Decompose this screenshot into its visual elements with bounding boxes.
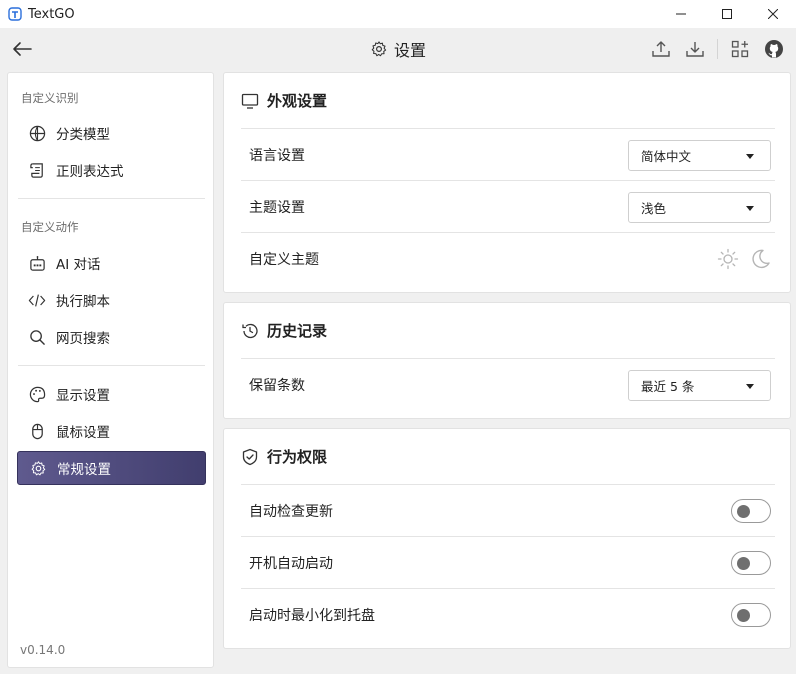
sidebar-item-label: 分类模型 [56,127,110,143]
minimize-tray-toggle[interactable] [731,603,771,627]
custom-theme-label: 自定义主题 [249,252,319,268]
sidebar-item-ai-chat[interactable]: AI 对话 [17,246,206,280]
toggle-knob [737,557,750,570]
language-label: 语言设置 [249,148,305,164]
app-title: TextGO [28,6,75,22]
chevron-down-icon [746,154,754,159]
upload-icon [652,41,670,57]
minimize-tray-row: 启动时最小化到托盘 [241,588,775,640]
export-button[interactable] [649,37,673,61]
version-label: v0.14.0 [20,643,66,657]
textgo-logo-icon [8,7,22,21]
minimize-button[interactable] [658,0,704,28]
globe-icon [28,124,46,142]
page-title: 设置 [393,41,426,60]
sidebar-item-label: 执行脚本 [56,294,110,310]
sidebar-item-label: 正则表达式 [56,164,124,180]
auto-update-toggle[interactable] [731,499,771,523]
toggle-knob [737,609,750,622]
scroll-icon [28,161,46,179]
palette-icon [28,385,46,403]
history-title: 历史记录 [267,322,328,340]
download-icon [686,42,704,57]
header-bar: 设置 [0,28,796,70]
github-icon [765,40,783,58]
sidebar-item-label: 网页搜索 [56,331,110,347]
section-label-custom-recognition: 自定义识别 [21,91,79,105]
sidebar-item-label: AI 对话 [56,257,101,273]
sidebar-divider [18,198,205,199]
retain-count-label: 保留条数 [249,378,305,394]
language-row: 语言设置 简体中文 [241,128,775,180]
history-card: 历史记录 保留条数 最近 5 条 [223,302,791,419]
arrow-left-icon [13,42,32,56]
sidebar-item-label: 常规设置 [57,462,111,478]
theme-label: 主题设置 [249,200,305,216]
sidebar-item-regex[interactable]: 正则表达式 [17,153,206,187]
sidebar-item-display-settings[interactable]: 显示设置 [17,377,206,411]
sidebar-item-web-search[interactable]: 网页搜索 [17,320,206,354]
gear-icon [371,41,387,57]
retain-count-select[interactable]: 最近 5 条 [628,370,771,401]
sidebar-item-general-settings[interactable]: 常规设置 [17,451,206,485]
custom-theme-row: 自定义主题 [241,232,775,284]
theme-select-value: 浅色 [641,201,667,216]
code-icon [28,291,46,309]
gear-icon [29,459,47,477]
minimize-icon [676,13,686,15]
theme-select[interactable]: 浅色 [628,192,771,223]
sidebar: 自定义识别 分类模型 正则表达式 自定义动作 AI 对话 执行脚本 网页搜索 显… [7,72,214,668]
appearance-title: 外观设置 [267,92,328,110]
monitor-icon [241,93,259,109]
moon-icon[interactable] [749,248,771,270]
history-icon [242,323,258,338]
close-button[interactable] [750,0,796,28]
sun-icon[interactable] [717,248,739,270]
search-icon [28,328,46,346]
theme-row: 主题设置 浅色 [241,180,775,232]
sidebar-item-label: 鼠标设置 [56,425,110,441]
robot-icon [28,254,46,272]
retain-count-row: 保留条数 最近 5 条 [241,358,775,410]
close-icon [768,9,778,19]
apps-button[interactable] [728,37,752,61]
auto-update-row: 自动检查更新 [241,484,775,536]
language-select-value: 简体中文 [641,149,692,164]
maximize-button[interactable] [704,0,750,28]
sidebar-item-classification-model[interactable]: 分类模型 [17,116,206,150]
autostart-row: 开机自动启动 [241,536,775,588]
sidebar-item-mouse-settings[interactable]: 鼠标设置 [17,414,206,448]
section-label-custom-actions: 自定义动作 [21,220,79,234]
appearance-card: 外观设置 语言设置 简体中文 主题设置 浅色 自定义主题 [223,72,791,293]
apps-add-icon [731,40,749,58]
autostart-toggle[interactable] [731,551,771,575]
chevron-down-icon [746,384,754,389]
minimize-tray-label: 启动时最小化到托盘 [249,608,375,624]
shield-check-icon [242,448,258,465]
sidebar-item-label: 显示设置 [56,388,110,404]
behavior-card: 行为权限 自动检查更新 开机自动启动 启动时最小化到托盘 [223,428,791,649]
title-bar: TextGO [0,0,796,28]
auto-update-label: 自动检查更新 [249,504,333,520]
github-button[interactable] [762,37,786,61]
mouse-icon [28,422,46,440]
autostart-label: 开机自动启动 [249,556,333,572]
language-select[interactable]: 简体中文 [628,140,771,171]
chevron-down-icon [746,206,754,211]
toggle-knob [737,505,750,518]
import-button[interactable] [683,37,707,61]
back-button[interactable] [10,37,34,61]
retain-count-select-value: 最近 5 条 [641,379,695,394]
sidebar-divider [18,365,205,366]
behavior-title: 行为权限 [267,448,328,466]
sidebar-item-script[interactable]: 执行脚本 [17,283,206,317]
header-divider [717,39,718,59]
maximize-icon [722,9,732,19]
